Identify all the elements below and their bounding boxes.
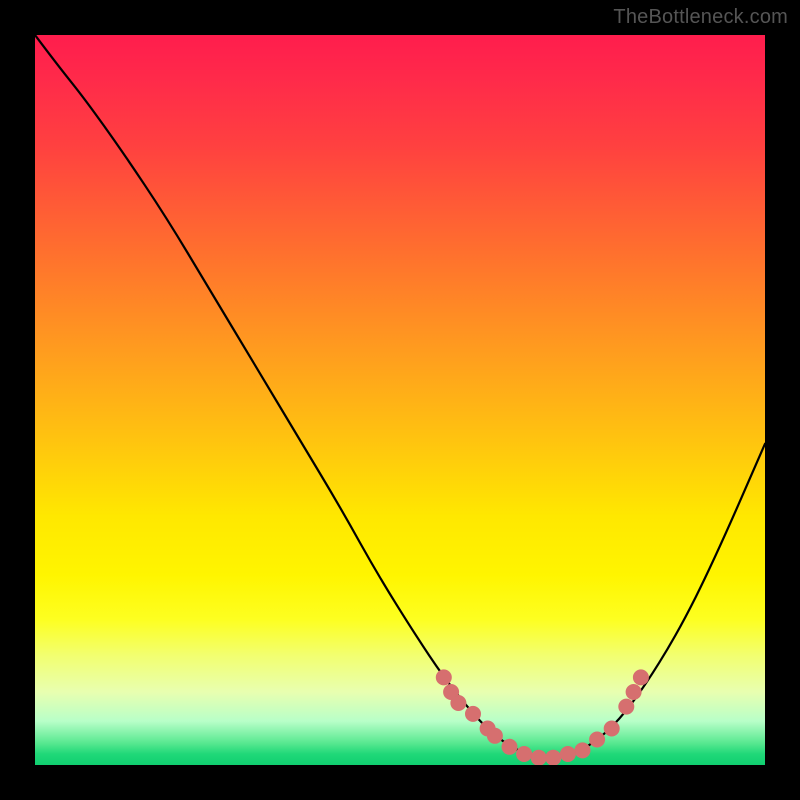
- chart-frame: TheBottleneck.com: [0, 0, 800, 800]
- watermark-text: TheBottleneck.com: [613, 6, 788, 29]
- plot-area: [35, 35, 765, 765]
- highlight-point: [590, 732, 605, 747]
- highlight-point: [517, 747, 532, 762]
- highlight-point: [560, 747, 575, 762]
- highlight-point: [531, 750, 546, 765]
- highlight-point: [604, 721, 619, 736]
- highlight-point: [575, 743, 590, 758]
- highlight-point: [633, 670, 648, 685]
- highlight-point: [466, 706, 481, 721]
- highlight-points: [35, 35, 765, 765]
- highlight-point: [546, 750, 561, 765]
- highlight-point: [487, 728, 502, 743]
- highlight-point: [619, 699, 634, 714]
- highlight-point: [502, 739, 517, 754]
- highlight-point: [626, 685, 641, 700]
- highlight-point: [451, 696, 466, 711]
- highlight-point: [436, 670, 451, 685]
